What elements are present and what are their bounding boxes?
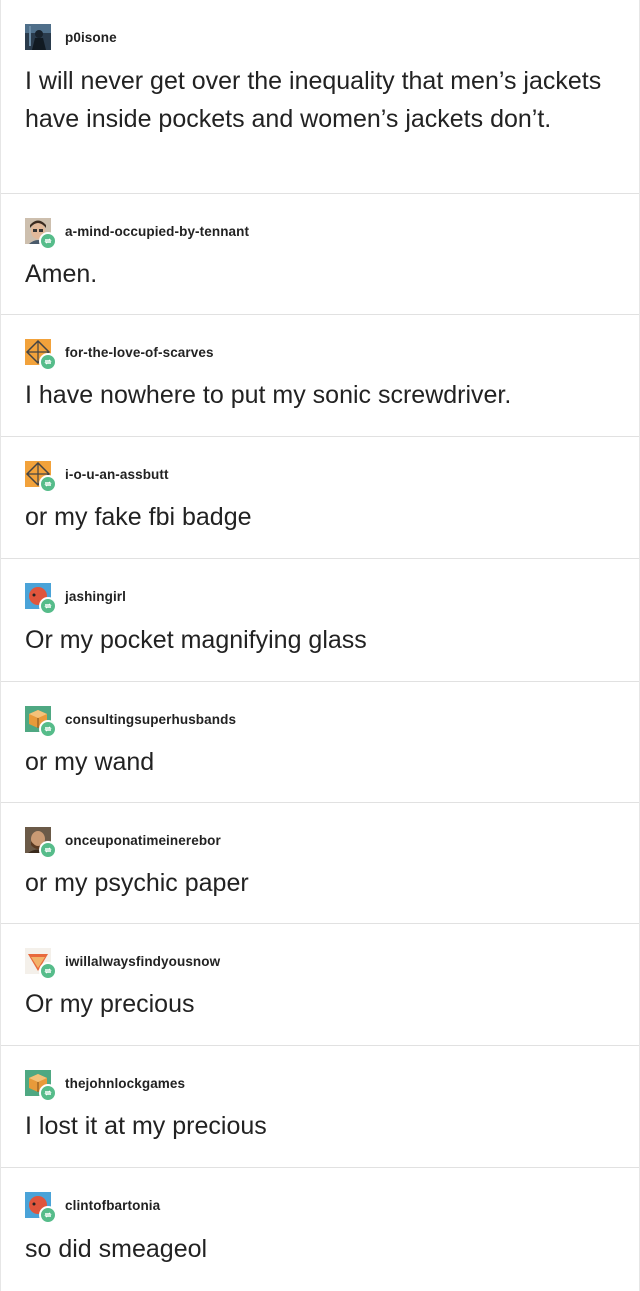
post-header: for-the-love-of-scarves: [25, 339, 214, 371]
username[interactable]: for-the-love-of-scarves: [65, 345, 214, 360]
post: consultingsuperhusbands or my wand: [1, 682, 639, 803]
reblog-icon: [44, 726, 52, 732]
post-header: thejohnlockgames: [25, 1070, 185, 1102]
reblog-badge: [39, 962, 57, 980]
username[interactable]: p0isone: [65, 30, 117, 45]
username[interactable]: a-mind-occupied-by-tennant: [65, 224, 249, 239]
avatar[interactable]: [25, 706, 57, 738]
avatar[interactable]: [25, 24, 51, 50]
post-header: p0isone: [25, 24, 117, 50]
post-text: Or my precious: [25, 990, 195, 1018]
post-text: Amen.: [25, 260, 98, 288]
post-text: I lost it at my precious: [25, 1112, 267, 1140]
reblog-icon: [44, 359, 52, 365]
username[interactable]: thejohnlockgames: [65, 1076, 185, 1091]
post-text: or my psychic paper: [25, 869, 249, 897]
reblog-badge: [39, 720, 57, 738]
username[interactable]: consultingsuperhusbands: [65, 712, 236, 727]
avatar[interactable]: [25, 461, 57, 493]
post: p0isone I will never get over the inequa…: [1, 0, 639, 194]
reblog-icon: [44, 1212, 52, 1218]
avatar[interactable]: [25, 339, 57, 371]
avatar[interactable]: [25, 827, 57, 859]
reblog-icon: [44, 238, 52, 244]
post: for-the-love-of-scarves I have nowhere t…: [1, 315, 639, 437]
post-header: i-o-u-an-assbutt: [25, 461, 169, 493]
post: a-mind-occupied-by-tennant Amen.: [1, 194, 639, 315]
post-text: or my fake fbi badge: [25, 503, 252, 531]
avatar[interactable]: [25, 1070, 57, 1102]
post-header: onceuponatimeinerebor: [25, 827, 221, 859]
post: jashingirl Or my pocket magnifying glass: [1, 559, 639, 682]
avatar[interactable]: [25, 948, 57, 980]
post: i-o-u-an-assbutt or my fake fbi badge: [1, 437, 639, 559]
username[interactable]: onceuponatimeinerebor: [65, 833, 221, 848]
reblog-badge: [39, 841, 57, 859]
username[interactable]: jashingirl: [65, 589, 126, 604]
reblog-badge: [39, 353, 57, 371]
post-header: a-mind-occupied-by-tennant: [25, 218, 249, 250]
post-text: I will never get over the inequality tha…: [25, 67, 602, 133]
reblog-icon: [44, 968, 52, 974]
reblog-badge: [39, 597, 57, 615]
post-text: so did smeageol: [25, 1235, 208, 1263]
dark-figure-avatar-icon: [25, 24, 51, 50]
post-header: jashingirl: [25, 583, 126, 615]
post-text: I have nowhere to put my sonic screwdriv…: [25, 381, 512, 409]
avatar[interactable]: [25, 1192, 57, 1224]
post: thejohnlockgames I lost it at my preciou…: [1, 1046, 639, 1168]
post-text: Or my pocket magnifying glass: [25, 626, 367, 654]
post: onceuponatimeinerebor or my psychic pape…: [1, 803, 639, 924]
post-header: iwillalwaysfindyousnow: [25, 948, 220, 980]
reblog-icon: [44, 481, 52, 487]
post-text: or my wand: [25, 748, 155, 776]
post-header: clintofbartonia: [25, 1192, 160, 1224]
reblog-icon: [44, 1090, 52, 1096]
username[interactable]: iwillalwaysfindyousnow: [65, 954, 220, 969]
avatar[interactable]: [25, 583, 57, 615]
reblog-badge: [39, 475, 57, 493]
reblog-icon: [44, 847, 52, 853]
post-header: consultingsuperhusbands: [25, 706, 236, 738]
reblog-thread: p0isone I will never get over the inequa…: [0, 0, 640, 1291]
avatar[interactable]: [25, 218, 57, 250]
reblog-badge: [39, 1084, 57, 1102]
post: clintofbartonia so did smeageol: [1, 1168, 639, 1291]
post: iwillalwaysfindyousnow Or my precious: [1, 924, 639, 1046]
reblog-icon: [44, 603, 52, 609]
reblog-badge: [39, 1206, 57, 1224]
reblog-badge: [39, 232, 57, 250]
username[interactable]: i-o-u-an-assbutt: [65, 467, 169, 482]
username[interactable]: clintofbartonia: [65, 1198, 160, 1213]
